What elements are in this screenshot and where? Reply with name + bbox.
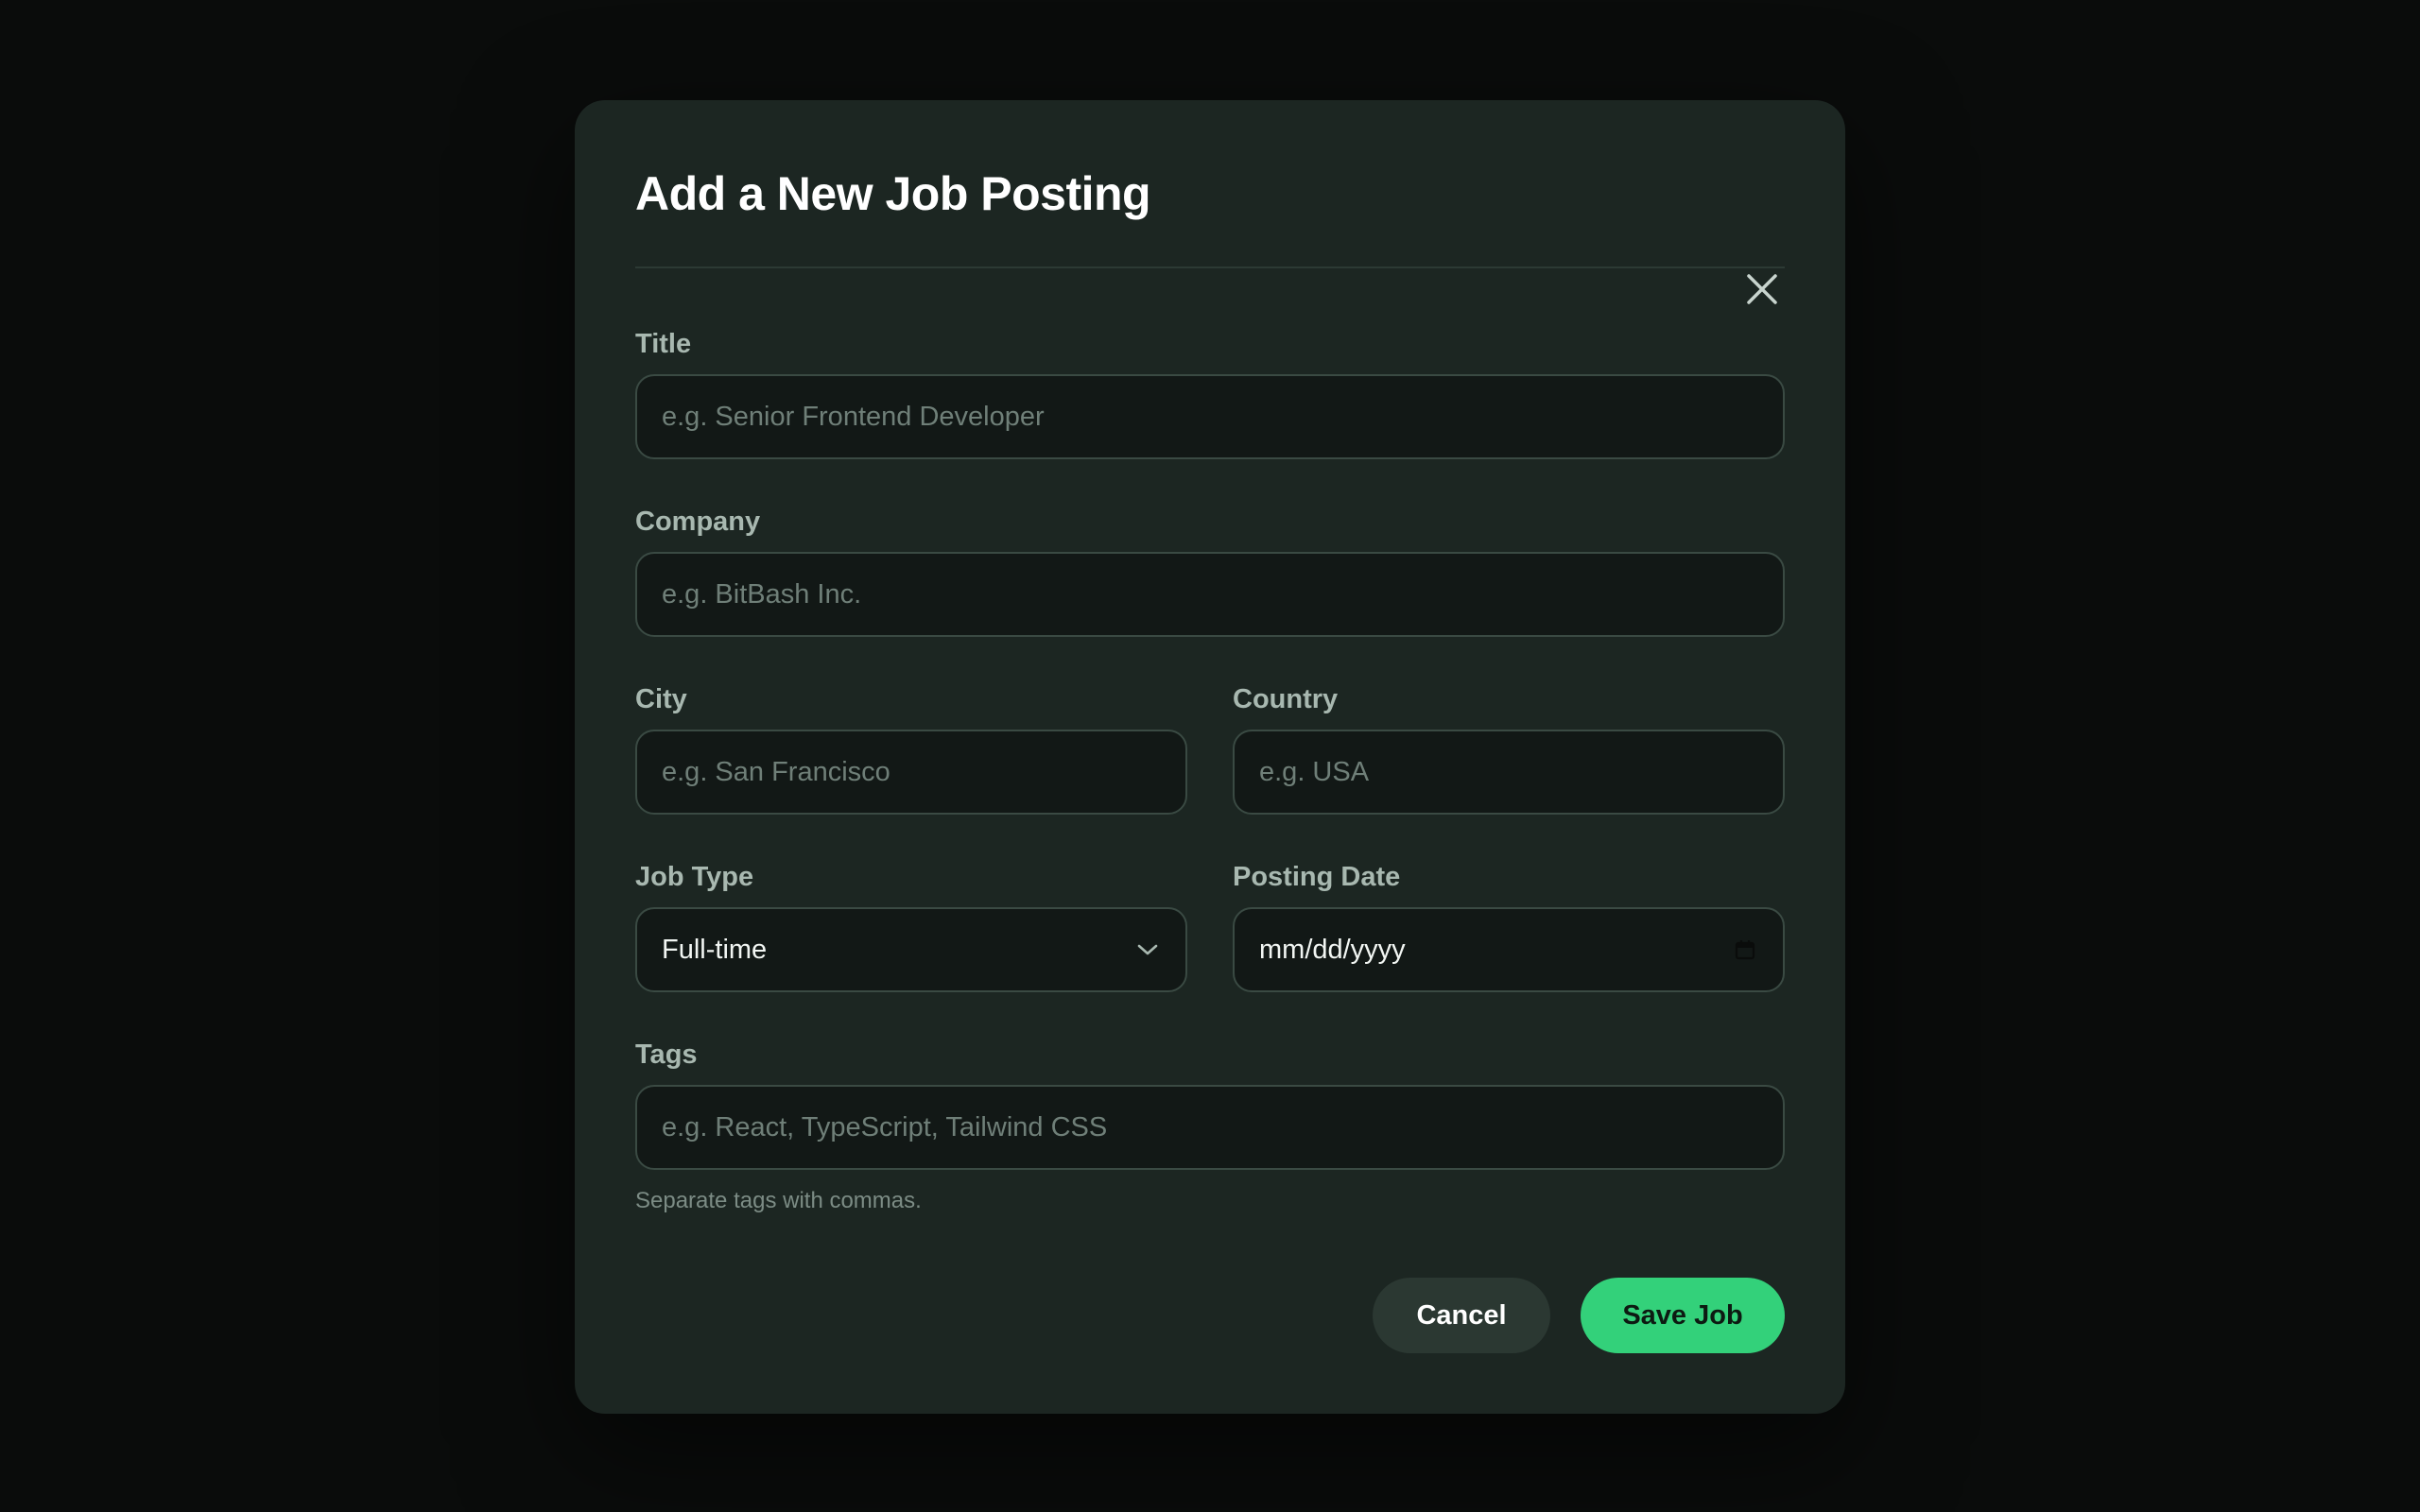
tags-hint: Separate tags with commas. (635, 1188, 922, 1213)
title-input[interactable] (662, 401, 1758, 433)
title-field[interactable] (635, 374, 1785, 459)
posting-date-field[interactable]: mm/dd/yyyy (1233, 907, 1785, 992)
country-field[interactable] (1233, 730, 1785, 815)
save-job-button[interactable]: Save Job (1581, 1278, 1785, 1353)
city-field[interactable] (635, 730, 1187, 815)
city-input[interactable] (662, 756, 1161, 788)
job-type-label: Job Type (635, 862, 754, 892)
country-input[interactable] (1259, 756, 1758, 788)
chevron-down-icon (1134, 936, 1161, 963)
modal-title: Add a New Job Posting (635, 167, 1151, 220)
job-posting-modal: Add a New Job Posting Title Company City… (575, 100, 1845, 1414)
calendar-icon[interactable] (1732, 936, 1758, 963)
posting-date-label: Posting Date (1233, 862, 1401, 892)
company-label: Company (635, 507, 761, 537)
header-divider (635, 266, 1785, 268)
tags-field[interactable] (635, 1085, 1785, 1170)
title-label: Title (635, 329, 692, 359)
tags-label: Tags (635, 1040, 698, 1070)
company-input[interactable] (662, 578, 1758, 610)
cancel-button[interactable]: Cancel (1373, 1278, 1550, 1353)
tags-input[interactable] (662, 1111, 1758, 1143)
job-type-select[interactable]: Full-time (635, 907, 1187, 992)
city-label: City (635, 684, 687, 714)
close-button[interactable] (1739, 266, 1785, 312)
job-type-value: Full-time (662, 934, 768, 965)
country-label: Country (1233, 684, 1339, 714)
company-field[interactable] (635, 552, 1785, 637)
posting-date-value: mm/dd/yyyy (1259, 934, 1406, 965)
close-icon (1747, 274, 1777, 304)
